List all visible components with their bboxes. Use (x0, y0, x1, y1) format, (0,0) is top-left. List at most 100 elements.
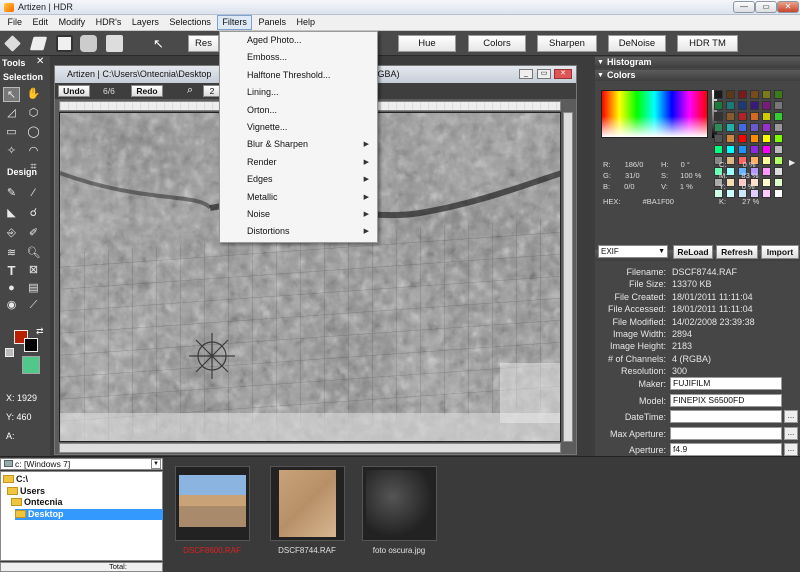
ellipse-select-icon[interactable]: ◯ (25, 125, 42, 140)
color-swatch[interactable] (738, 123, 747, 132)
color-swatch[interactable] (726, 134, 735, 143)
zoom-icon[interactable]: 🔍︎ (25, 246, 42, 261)
menu-selections[interactable]: Selections (165, 15, 215, 30)
metadata-field-browse-button[interactable]: ... (784, 443, 798, 456)
filters-menu-item[interactable]: Vignette... (220, 119, 377, 136)
smudge-icon[interactable]: ☌ (25, 206, 42, 221)
toolbar-button-sharpen[interactable]: Sharpen (537, 35, 597, 52)
eraser-icon[interactable] (4, 35, 21, 52)
toolbar-button-hue[interactable]: Hue (398, 35, 456, 52)
color-swatch[interactable] (714, 134, 723, 143)
color-swatch[interactable] (738, 90, 747, 99)
histogram-header[interactable]: Histogram (595, 57, 800, 68)
minimize-button[interactable]: — (733, 1, 755, 13)
color-swatch[interactable] (750, 123, 759, 132)
close-button[interactable]: ✕ (777, 1, 799, 13)
filters-menu-item[interactable]: Metallic ▶ (220, 189, 377, 206)
color-swatch[interactable] (762, 145, 771, 154)
metadata-field-input[interactable] (670, 410, 782, 423)
color-swatch[interactable] (738, 145, 747, 154)
heal-icon[interactable]: ✐ (25, 226, 42, 241)
filters-menu-item[interactable]: Blur & Sharpen ▶ (220, 136, 377, 153)
thumbnail[interactable] (175, 466, 250, 541)
color-swatch[interactable] (762, 90, 771, 99)
metadata-field-input[interactable] (670, 426, 782, 440)
pencil-icon[interactable]: ✎ (3, 186, 20, 201)
metadata-field-input[interactable]: FINEPIX S6500FD (670, 393, 782, 407)
horizontal-scrollbar[interactable] (59, 443, 561, 453)
gradient-icon[interactable]: ▤ (25, 281, 42, 296)
default-colors-icon[interactable] (5, 348, 14, 357)
filters-menu-item[interactable]: Render ▶ (220, 154, 377, 171)
menu-edit[interactable]: Edit (29, 15, 53, 30)
folder-tree-item[interactable]: Users (7, 486, 45, 497)
doc-close-button[interactable]: ✕ (554, 69, 572, 79)
folder-tree-item[interactable]: Desktop (15, 508, 163, 520)
color-swatch[interactable] (714, 101, 723, 110)
color-swatch[interactable] (774, 90, 783, 99)
color-swatch[interactable] (774, 123, 783, 132)
filters-menu-item[interactable]: Orton... (220, 102, 377, 119)
color-swatch[interactable] (762, 134, 771, 143)
color-swatch[interactable] (762, 178, 771, 187)
color-swatch[interactable] (762, 123, 771, 132)
quick-mask-icon[interactable] (22, 356, 40, 374)
magic-wand-icon[interactable]: ✧ (3, 144, 20, 159)
metadata-field-browse-button[interactable]: ... (784, 410, 798, 423)
menu-panels[interactable]: Panels (254, 15, 290, 30)
tools-close-icon[interactable]: ✕ (36, 56, 44, 67)
hand-icon[interactable]: ✋ (25, 87, 42, 102)
arrow-select-icon[interactable]: ↖ (3, 87, 20, 102)
save-icon[interactable] (56, 35, 73, 52)
color-swatch[interactable] (726, 112, 735, 121)
color-swatch[interactable] (774, 112, 783, 121)
rect-select-icon[interactable]: ▭ (3, 125, 20, 140)
toolbar-button-res[interactable]: Res (188, 35, 219, 52)
clone-icon[interactable]: ⎆ (3, 226, 20, 241)
color-swatch[interactable] (726, 90, 735, 99)
paint-icon[interactable] (29, 36, 48, 51)
filters-menu-item[interactable]: Distortions ▶ (220, 223, 377, 240)
color-swatch[interactable] (774, 145, 783, 154)
background-color-swatch[interactable] (24, 338, 38, 352)
palette-menu-icon[interactable]: ▶ (789, 158, 795, 167)
lock-icon[interactable]: ⊠ (25, 263, 42, 278)
restore-button[interactable]: ▭ (755, 1, 777, 13)
color-swatch[interactable] (714, 145, 723, 154)
color-swatch[interactable] (738, 134, 747, 143)
filters-menu-item[interactable]: Emboss... (220, 49, 377, 66)
wave-icon[interactable]: ≋ (3, 246, 20, 261)
text-icon[interactable]: T (3, 263, 20, 278)
eyedropper-icon[interactable]: ⟋ (25, 298, 42, 313)
metadata-field-browse-button[interactable]: ... (784, 426, 798, 440)
color-swatch[interactable] (774, 167, 783, 176)
drive-select[interactable]: c: [Windows 7] ▼ (0, 458, 163, 470)
color-swatch[interactable] (774, 101, 783, 110)
color-swatch[interactable] (726, 145, 735, 154)
toolbar-button-hdr-tm[interactable]: HDR TM (677, 35, 738, 52)
redo-button[interactable]: Redo (131, 85, 163, 97)
color-spectrum-picker[interactable] (601, 90, 708, 138)
color-swatch[interactable] (726, 123, 735, 132)
color-swatch[interactable] (750, 101, 759, 110)
toolbar-button-colors[interactable]: Colors (468, 35, 526, 52)
dodge-icon[interactable]: ● (3, 281, 20, 296)
pointer-icon[interactable]: ↖ (150, 35, 167, 52)
undo-button[interactable]: Undo (58, 85, 90, 97)
import-button[interactable]: Import (761, 245, 799, 259)
folder-tree-item[interactable]: Ontecnia (11, 497, 63, 508)
filters-menu-item[interactable]: Edges ▶ (220, 171, 377, 188)
zoom-magnifier-icon[interactable]: ⌕ (187, 84, 193, 97)
eye-icon[interactable]: ◉ (3, 298, 20, 313)
color-swatch[interactable] (750, 145, 759, 154)
color-swatch[interactable] (750, 134, 759, 143)
metadata-field-input[interactable]: FUJIFILM (670, 377, 782, 390)
camera-icon[interactable] (80, 35, 97, 52)
brush-icon[interactable]: ⁄ (25, 186, 42, 201)
print-icon[interactable] (106, 35, 123, 52)
color-swatch[interactable] (762, 156, 771, 165)
color-swatch[interactable] (726, 101, 735, 110)
filters-menu-item[interactable]: Noise ▶ (220, 206, 377, 223)
reload-button[interactable]: ReLoad (673, 245, 713, 259)
thumbnail[interactable] (270, 466, 345, 541)
